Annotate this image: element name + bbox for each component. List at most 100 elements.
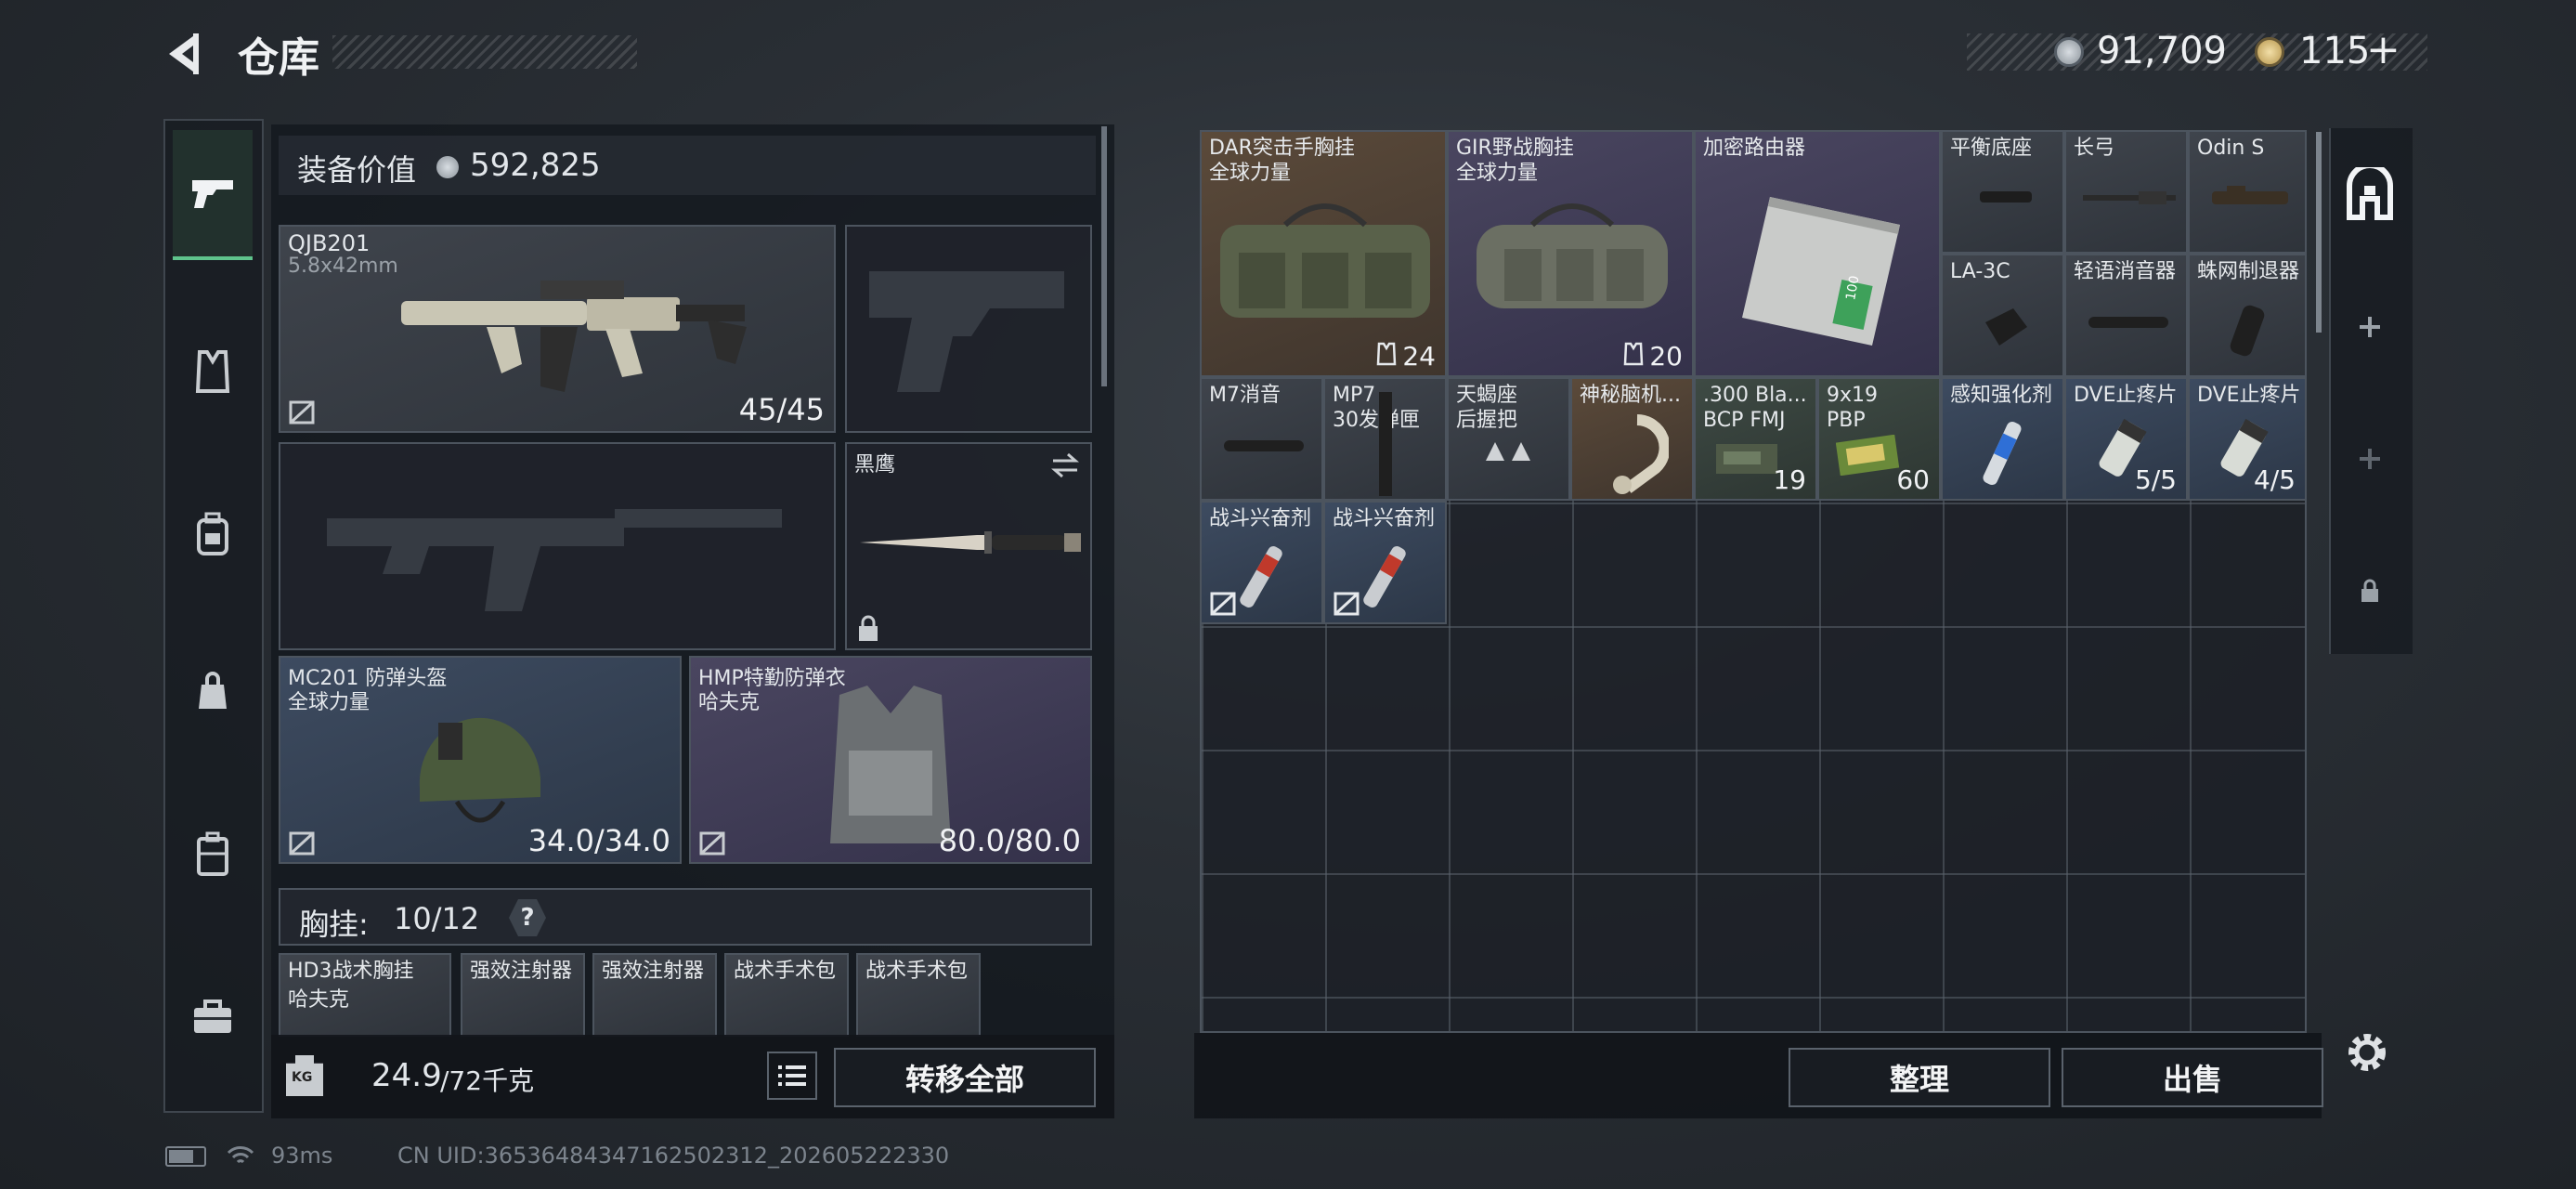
stash-item[interactable]: M7消音 (1200, 377, 1323, 501)
plus-icon (2360, 317, 2380, 337)
case-icon (197, 831, 228, 876)
settings-icon (2348, 1034, 2386, 1071)
pouch-icon (199, 672, 227, 709)
primary-weapon-slot[interactable]: QJB201 5.8x42mm 45/45 (279, 225, 836, 433)
helmet-slot[interactable]: MC201 防弹头盔 全球力量 34.0/34.0 (279, 656, 682, 864)
kg-icon: KG (286, 1055, 323, 1096)
lock-icon (859, 615, 878, 641)
settings-button[interactable] (2342, 1027, 2392, 1078)
loadout-scrollbar[interactable] (1101, 126, 1107, 386)
weapon-ammo: 5.8x42mm (288, 255, 398, 278)
toolbox-icon (194, 1000, 231, 1033)
tab-case[interactable] (173, 790, 253, 920)
stash-item[interactable]: DVE止疼片 4/5 (2188, 377, 2307, 501)
rig-item-vest[interactable]: HD3战术胸挂 哈夫克 (279, 953, 451, 1037)
item-label: 加密路由器 (1703, 137, 1806, 160)
ping: 93ms (271, 1143, 333, 1169)
item-count: 5/5 (2134, 464, 2177, 495)
bipod-image (1980, 191, 2032, 203)
secondary-weapon-slot[interactable] (279, 442, 836, 650)
tab-weapons[interactable] (173, 130, 253, 260)
grip-image (1486, 442, 1530, 461)
suppressor-image (1224, 440, 1304, 451)
stash-tab-icon (2347, 167, 2393, 220)
currency-gold: 115 (2299, 30, 2371, 72)
stash-item[interactable]: 长弓 (2064, 130, 2188, 254)
stash-item[interactable]: 轻语消音器 (2064, 254, 2188, 377)
stash-item[interactable]: .300 Bla... BCP FMJ 19 (1694, 377, 1817, 501)
item-label: M7消音 (1209, 384, 1281, 407)
weapon-name: QJB201 (288, 230, 371, 256)
item-label: LA-3C (1950, 260, 2010, 283)
stash-item[interactable]: GIR野战胸挂 全球力量 20 (1447, 130, 1694, 377)
add-stash-tab-button[interactable] (2336, 290, 2403, 364)
stash-item[interactable]: 9x19 PBP 60 (1817, 377, 1941, 501)
rig-item[interactable]: 战术手术包 (724, 953, 849, 1037)
tab-backpack[interactable] (173, 469, 253, 599)
item-label: 感知强化剂 (1950, 384, 2053, 407)
rig-item[interactable]: 战术手术包 (856, 953, 981, 1037)
stash-item[interactable]: 战斗兴奋剂 (1200, 501, 1323, 624)
tab-toolbox[interactable] (173, 952, 253, 1082)
item-label: 战斗兴奋剂 (1209, 507, 1312, 530)
helmet-brand: 全球力量 (288, 691, 371, 714)
stash-tab-1[interactable] (2336, 158, 2403, 232)
locked-stash-tab[interactable] (2336, 554, 2403, 628)
helmet-image (419, 717, 540, 823)
item-count: 19 (1773, 464, 1806, 495)
weapon-durability: 45/45 (738, 392, 825, 427)
item-label: 蛛网制退器 (2197, 260, 2300, 283)
sort-button[interactable]: 整理 (1789, 1048, 2050, 1107)
add-stash-tab-button[interactable] (2336, 422, 2403, 496)
helmet-durability: 34.0/34.0 (527, 823, 670, 858)
user-uid: CN UID:3653648434716250231​2_20260522233… (397, 1143, 950, 1169)
stash-item[interactable]: DAR突击手胸挂 全球力量 24 (1200, 130, 1447, 377)
stash-item[interactable]: DVE止疼片 5/5 (2064, 377, 2188, 501)
rig-item-name: 战术手术包 (734, 960, 837, 983)
stock-image (2083, 191, 2176, 204)
laser-image (1985, 308, 2027, 346)
back-button[interactable] (160, 28, 215, 80)
add-currency-button[interactable]: + (2366, 26, 2400, 73)
back-arrow-icon (169, 33, 199, 74)
rifle-image (401, 281, 747, 392)
transfer-all-button[interactable]: 转移全部 (834, 1048, 1096, 1107)
item-label: DAR突击手胸挂 全球力量 (1209, 137, 1355, 185)
stash-item[interactable]: Odin S (2188, 130, 2307, 254)
stash-scrollbar[interactable] (2316, 132, 2322, 333)
list-view-button[interactable] (767, 1052, 817, 1100)
rig-item[interactable]: 强效注射器 (461, 953, 585, 1037)
rig-item-name: HD3战术胸挂 (288, 960, 414, 983)
stash-item[interactable]: 加密路由器 100 (1694, 130, 1941, 377)
stash-item[interactable]: MP7 30发弹匣 (1323, 377, 1447, 501)
rig-item[interactable]: 强效注射器 (592, 953, 717, 1037)
battery-icon (165, 1146, 206, 1167)
stash-item[interactable]: 平衡底座 (1941, 130, 2064, 254)
item-count: 4/5 (2253, 464, 2296, 495)
tab-pouch[interactable] (173, 627, 253, 757)
pistol-slot[interactable] (845, 225, 1092, 433)
equipment-value-row: 装备价值 592,825 (279, 136, 1096, 195)
armor-slot[interactable]: HMP特勤防弹衣 哈夫克 80.0/80.0 (689, 656, 1092, 864)
stash-item[interactable]: 感知强化剂 (1941, 377, 2064, 501)
stash-item[interactable]: 天蝎座 后握把 (1447, 377, 1570, 501)
sell-button[interactable]: 出售 (2062, 1048, 2323, 1107)
ammo-box-image (1716, 444, 1777, 474)
stash-item[interactable]: 蛛网制退器 (2188, 254, 2307, 377)
help-button[interactable]: ? (509, 899, 546, 936)
ammo-box-image (1836, 435, 1900, 476)
item-label: 长弓 (2074, 137, 2115, 160)
stash-item[interactable]: 神秘脑机... (1570, 377, 1694, 501)
scope-image (2212, 186, 2288, 204)
swap-icon[interactable] (1049, 451, 1081, 479)
device-image (1613, 414, 1669, 494)
stash-item[interactable]: LA-3C (1941, 254, 2064, 377)
armor-durability: 80.0/80.0 (938, 823, 1081, 858)
tab-chest-rig[interactable] (173, 307, 253, 437)
suppressor-image (2088, 317, 2168, 328)
stash-item[interactable]: 战斗兴奋剂 (1323, 501, 1447, 624)
backpack-icon (197, 512, 228, 555)
melee-slot[interactable]: 黑鹰 (845, 442, 1092, 650)
knife-image (860, 531, 1081, 554)
item-label: 神秘脑机... (1580, 384, 1681, 407)
